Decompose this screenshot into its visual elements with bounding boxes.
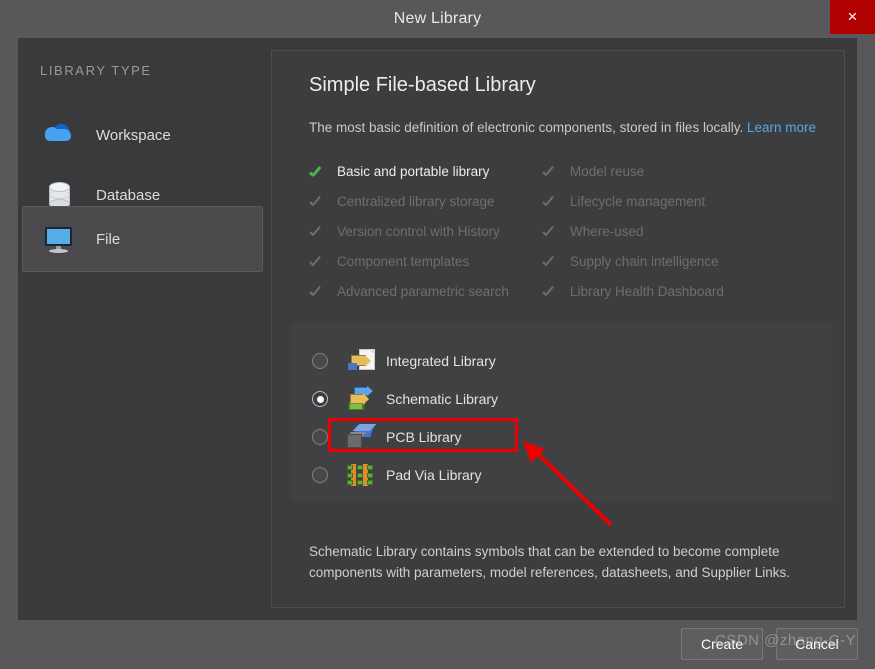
sidebar: LIBRARY TYPE Workspace Database File bbox=[18, 38, 271, 620]
dialog-body: LIBRARY TYPE Workspace Database File Sim… bbox=[18, 38, 857, 620]
window-title: New Library bbox=[393, 10, 482, 27]
radio-option-pcb-library[interactable]: PCB Library bbox=[312, 422, 812, 452]
create-button[interactable]: Create bbox=[681, 628, 763, 660]
sidebar-item-label: File bbox=[96, 230, 121, 248]
radio-button[interactable] bbox=[312, 429, 328, 445]
footer-bar: Create Cancel bbox=[0, 620, 875, 669]
radio-button[interactable] bbox=[312, 391, 328, 407]
check-icon bbox=[541, 193, 558, 210]
feature-row: Component templates bbox=[308, 246, 533, 276]
radio-option-schematic-library[interactable]: Schematic Library bbox=[312, 384, 812, 414]
feature-row: Version control with History bbox=[308, 216, 533, 246]
title-bar: New Library × bbox=[0, 0, 875, 38]
feature-label: Model reuse bbox=[570, 163, 645, 179]
radio-option-label: Pad Via Library bbox=[386, 467, 482, 483]
feature-label: Where-used bbox=[570, 223, 644, 239]
check-icon bbox=[308, 283, 325, 300]
radio-option-integrated-library[interactable]: Integrated Library bbox=[312, 346, 812, 376]
main-panel: Simple File-based Library The most basic… bbox=[271, 50, 845, 608]
check-icon bbox=[308, 223, 325, 240]
radio-option-label: Integrated Library bbox=[386, 353, 496, 369]
option-description: Schematic Library contains symbols that … bbox=[309, 544, 791, 580]
check-icon bbox=[541, 163, 558, 180]
radio-option-label: PCB Library bbox=[386, 429, 462, 445]
radio-button[interactable] bbox=[312, 467, 328, 483]
page-title: Simple File-based Library bbox=[309, 74, 536, 96]
feature-row: Where-used bbox=[541, 216, 766, 246]
library-type-radio-group: Integrated Library Schematic Library PCB… bbox=[291, 323, 833, 501]
feature-label: Component templates bbox=[337, 253, 470, 269]
feature-label: Basic and portable library bbox=[337, 163, 490, 179]
check-icon bbox=[308, 163, 325, 180]
new-library-dialog: New Library × LIBRARY TYPE Workspace Dat… bbox=[0, 0, 875, 669]
cloud-icon bbox=[43, 120, 75, 150]
learn-more-link[interactable]: Learn more bbox=[747, 120, 816, 135]
check-icon bbox=[541, 253, 558, 270]
feature-row: Library Health Dashboard bbox=[541, 276, 766, 306]
feature-label: Supply chain intelligence bbox=[570, 253, 719, 269]
check-icon bbox=[308, 253, 325, 270]
sidebar-item-file[interactable]: File bbox=[22, 206, 263, 272]
panel-description: The most basic definition of electronic … bbox=[309, 120, 829, 135]
integrated-library-icon bbox=[346, 348, 376, 374]
feature-list: Basic and portable library Centralized l… bbox=[308, 156, 823, 306]
feature-label: Centralized library storage bbox=[337, 193, 495, 209]
feature-label: Library Health Dashboard bbox=[570, 283, 724, 299]
sidebar-item-label: Database bbox=[96, 186, 161, 204]
check-icon bbox=[541, 223, 558, 240]
monitor-icon bbox=[43, 224, 75, 254]
radio-option-pad-via-library[interactable]: Pad Via Library bbox=[312, 460, 812, 490]
schematic-library-icon bbox=[346, 386, 376, 412]
sidebar-header: LIBRARY TYPE bbox=[40, 63, 152, 78]
feature-label: Version control with History bbox=[337, 223, 500, 239]
feature-row: Model reuse bbox=[541, 156, 766, 186]
check-icon bbox=[541, 283, 558, 300]
description-text: The most basic definition of electronic … bbox=[309, 120, 744, 135]
feature-row: Supply chain intelligence bbox=[541, 246, 766, 276]
pad-via-library-icon bbox=[346, 462, 376, 488]
feature-label: Advanced parametric search bbox=[337, 283, 509, 299]
cancel-button[interactable]: Cancel bbox=[776, 628, 858, 660]
feature-column-right: Model reuse Lifecycle management Where-u… bbox=[541, 156, 766, 306]
sidebar-item-workspace[interactable]: Workspace bbox=[22, 105, 263, 165]
radio-button[interactable] bbox=[312, 353, 328, 369]
feature-row: Basic and portable library bbox=[308, 156, 533, 186]
close-icon[interactable]: × bbox=[830, 0, 875, 34]
pcb-library-icon bbox=[346, 424, 377, 450]
feature-row: Lifecycle management bbox=[541, 186, 766, 216]
feature-label: Lifecycle management bbox=[570, 193, 706, 209]
check-icon bbox=[308, 193, 325, 210]
feature-row: Advanced parametric search bbox=[308, 276, 533, 306]
feature-row: Centralized library storage bbox=[308, 186, 533, 216]
radio-option-label: Schematic Library bbox=[386, 391, 499, 407]
sidebar-item-label: Workspace bbox=[96, 126, 171, 144]
feature-column-left: Basic and portable library Centralized l… bbox=[308, 156, 533, 306]
